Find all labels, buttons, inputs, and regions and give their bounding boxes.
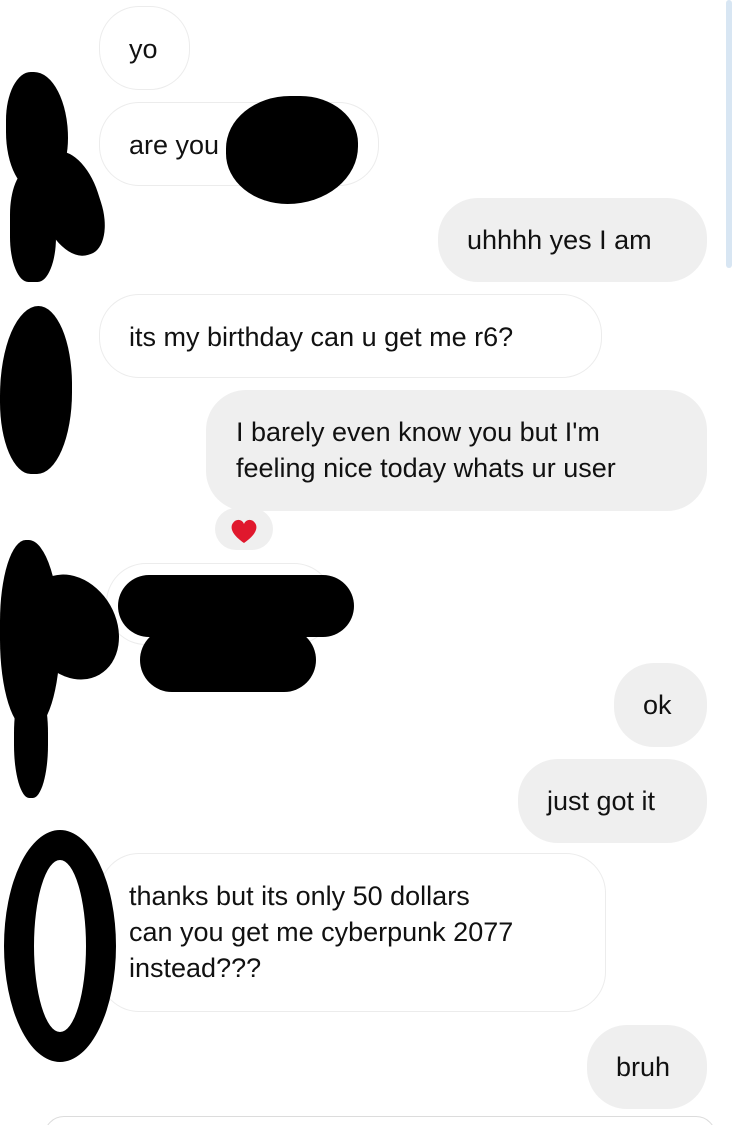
message-bubble-incoming[interactable]: its my birthday can u get me r6? [99,294,602,378]
redaction-scribble [4,830,116,1062]
message-bubble-outgoing[interactable]: I barely even know you but I'm feeling n… [206,390,707,511]
redaction-scribble [140,628,316,692]
redaction-scribble [0,306,72,474]
message-bubble-incoming[interactable]: thanks but its only 50 dollars can you g… [99,853,606,1012]
message-text: yo [129,34,158,64]
message-text-line: instead??? [129,953,262,983]
message-bubble-outgoing[interactable]: just got it [518,759,707,843]
message-text-line: can you get me cyberpunk 2077 [129,917,514,947]
message-text-line: I barely even know you but I'm [236,417,600,447]
message-text: are you [129,130,220,160]
heart-icon [231,519,257,543]
message-input-edge[interactable] [44,1116,716,1125]
redaction-scribble [10,170,56,282]
message-text: uhhhh yes I am [467,225,652,255]
message-bubble-incoming[interactable]: yo [99,6,190,90]
redaction-scribble [226,96,358,204]
message-text: ok [643,690,672,720]
message-text-line: thanks but its only 50 dollars [129,881,470,911]
reaction-badge[interactable] [215,508,273,550]
message-text: just got it [547,786,656,816]
redaction-scribble [14,680,48,798]
message-bubble-outgoing[interactable]: bruh [587,1025,707,1109]
message-bubble-outgoing[interactable]: ok [614,663,707,747]
message-text: bruh [616,1052,671,1082]
message-text: its my birthday can u get me r6? [129,322,514,352]
message-text-line: feeling nice today whats ur user [236,453,616,483]
scrollbar[interactable] [726,0,732,268]
chat-screen: yo are you uhhhh yes I am its my birthda… [0,0,732,1125]
message-bubble-outgoing[interactable]: uhhhh yes I am [438,198,707,282]
